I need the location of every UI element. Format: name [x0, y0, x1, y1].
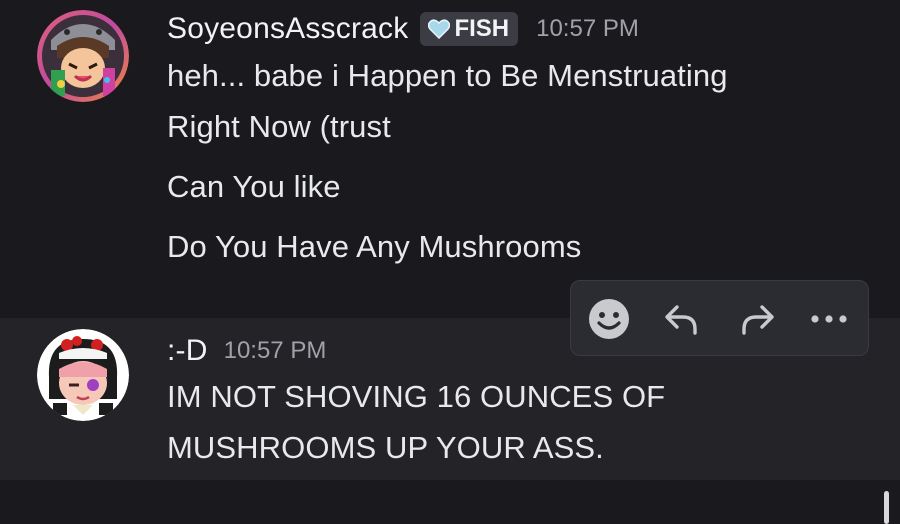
message-header: SoyeonsAsscrack FISH 10:57 PM: [167, 6, 639, 52]
message-text: IM NOT SHOVING 16 OUNCES OF: [167, 379, 666, 414]
add-reaction-icon: [589, 299, 629, 339]
timestamp[interactable]: 10:57 PM: [536, 15, 639, 43]
forward-icon: [742, 305, 774, 335]
message-text: MUSHROOMS UP YOUR ASS.: [167, 430, 604, 465]
chat-view: SoyeonsAsscrack FISH 10:57 PM heh... bab…: [0, 0, 900, 524]
add-reaction-button[interactable]: [585, 295, 633, 343]
avatar-image: [37, 10, 129, 102]
reply-icon: [665, 305, 697, 335]
avatar[interactable]: [37, 329, 129, 421]
message-text: Do You Have Any Mushrooms: [167, 229, 582, 264]
chat-bottom-area: [0, 480, 900, 524]
heart-icon: [428, 19, 451, 39]
message-text: Right Now (trust: [167, 109, 391, 144]
avatar[interactable]: [37, 10, 129, 102]
more-icon: [811, 315, 847, 323]
message-action-toolbar: [570, 280, 869, 356]
username[interactable]: :-D: [167, 334, 208, 368]
forward-button[interactable]: [734, 295, 782, 343]
reply-button[interactable]: [657, 295, 705, 343]
guild-tag[interactable]: FISH: [420, 12, 519, 46]
message-1[interactable]: SoyeonsAsscrack FISH 10:57 PM heh... bab…: [0, 0, 900, 318]
message-header: :-D 10:57 PM: [167, 330, 326, 372]
guild-tag-label: FISH: [454, 15, 510, 42]
avatar-image: [37, 329, 129, 421]
timestamp[interactable]: 10:57 PM: [224, 337, 327, 365]
message-text: Can You like: [167, 169, 341, 204]
more-button[interactable]: [805, 295, 853, 343]
scrollbar-thumb[interactable]: [884, 491, 889, 524]
message-text: heh... babe i Happen to Be Menstruating: [167, 58, 728, 93]
username[interactable]: SoyeonsAsscrack: [167, 12, 408, 46]
